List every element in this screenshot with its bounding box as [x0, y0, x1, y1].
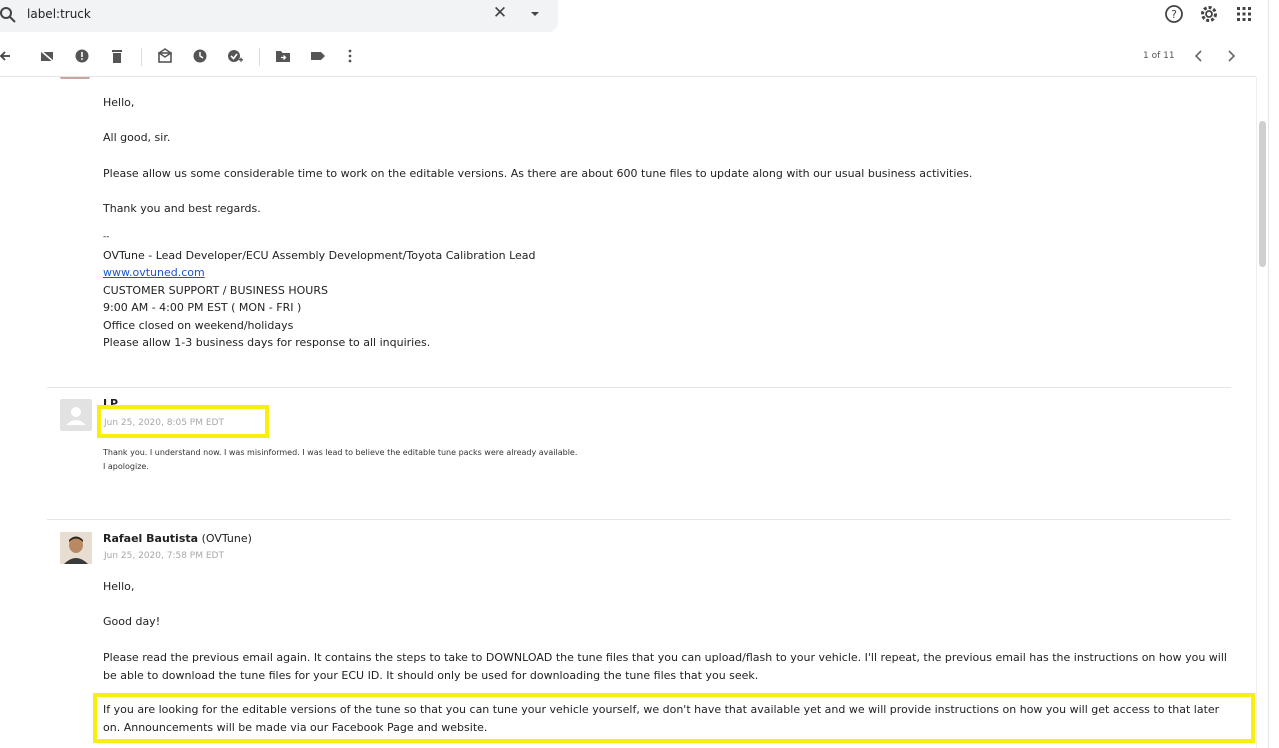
pager-count: 1 of 11 — [1143, 51, 1175, 61]
clear-search-icon[interactable]: ✕ — [491, 4, 509, 22]
more-options-icon[interactable] — [342, 48, 358, 64]
message-line: Thank you and best regards. — [103, 202, 261, 215]
snooze-clock-icon[interactable] — [192, 48, 208, 64]
archive-icon[interactable] — [39, 48, 55, 64]
toolbar-separator — [259, 48, 260, 66]
signature-line: Please allow 1-3 business days for respo… — [103, 336, 431, 349]
message-toolbar: 1 of 11 — [0, 38, 1256, 77]
signature-separator: -- — [103, 232, 110, 242]
message-line: All good, sir. — [103, 131, 171, 144]
sender-name[interactable]: LP — [103, 397, 118, 405]
signature-link[interactable]: www.ovtuned.com — [103, 264, 205, 282]
top-bar: label:truck ✕ ? — [0, 0, 1279, 38]
search-options-icon[interactable] — [528, 7, 542, 21]
message-divider — [47, 387, 1231, 388]
toolbar-separator — [141, 48, 142, 66]
message-line: Thank you. I understand now. I was misin… — [103, 448, 578, 457]
avatar — [60, 77, 90, 79]
highlight-box-date — [97, 405, 269, 438]
svg-text:?: ? — [1171, 8, 1177, 21]
mark-unread-icon[interactable] — [157, 48, 173, 64]
search-input[interactable]: label:truck — [27, 7, 91, 21]
sender-org: (OVTune) — [201, 532, 252, 545]
search-bar[interactable]: label:truck ✕ — [0, 0, 558, 32]
message-line: Good day! — [103, 615, 161, 628]
add-task-icon[interactable] — [227, 48, 243, 64]
chevron-left-icon[interactable] — [1191, 48, 1207, 64]
apps-grid-icon[interactable] — [1234, 4, 1254, 24]
delete-icon[interactable] — [109, 48, 125, 64]
search-icon[interactable] — [0, 6, 18, 24]
gear-icon[interactable] — [1199, 4, 1219, 24]
person-avatar-icon — [60, 532, 92, 564]
message-greeting: Hello, — [103, 96, 135, 109]
message-date[interactable]: Jun 25, 2020, 7:58 PM EDT — [104, 551, 224, 561]
highlight-box-paragraph — [93, 693, 1255, 743]
move-to-folder-icon[interactable] — [275, 48, 291, 64]
message-paragraph: Please read the previous email again. It… — [103, 651, 1227, 682]
label-icon[interactable] — [310, 48, 326, 64]
avatar — [60, 399, 92, 431]
message-line: Please allow us some considerable time t… — [103, 167, 973, 180]
website-link[interactable]: www.ovtuned.com — [103, 266, 205, 279]
signature-line: Office closed on weekend/holidays — [103, 319, 294, 332]
window-edge — [1268, 0, 1279, 748]
report-spam-icon[interactable] — [74, 48, 90, 64]
help-icon[interactable]: ? — [1164, 4, 1184, 24]
scroll-thumb[interactable] — [1259, 121, 1266, 267]
sender-name[interactable]: Rafael Bautista — [103, 532, 198, 545]
signature-line: CUSTOMER SUPPORT / BUSINESS HOURS — [103, 284, 328, 297]
message-divider — [47, 519, 1231, 520]
message-line: I apologize. — [103, 462, 149, 471]
signature-line: 9:00 AM - 4:00 PM EST ( MON - FRI ) — [103, 301, 302, 314]
default-avatar-icon — [66, 407, 86, 425]
avatar — [60, 532, 92, 564]
back-arrow-icon[interactable] — [0, 48, 16, 64]
message-greeting: Hello, — [103, 580, 135, 593]
chevron-right-icon[interactable] — [1223, 48, 1239, 64]
sender[interactable]: Rafael Bautista (OVTune) — [103, 532, 252, 545]
signature-title: OVTune - Lead Developer/ECU Assembly Dev… — [103, 249, 536, 262]
